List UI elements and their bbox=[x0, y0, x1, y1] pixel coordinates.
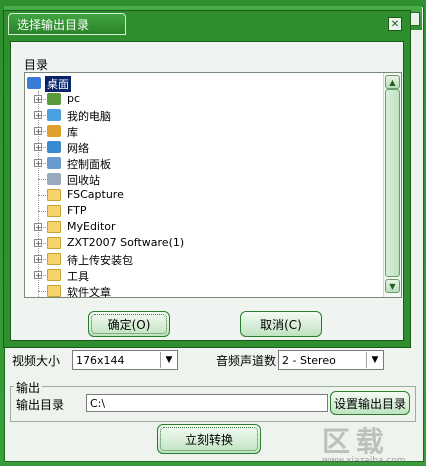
expand-icon[interactable]: + bbox=[34, 95, 42, 104]
tree-item-label: MyEditor bbox=[67, 220, 116, 233]
scroll-thumb[interactable] bbox=[385, 89, 400, 277]
expand-icon[interactable]: + bbox=[34, 143, 42, 152]
tree-item[interactable]: + 我的电脑 bbox=[25, 107, 381, 123]
tree-item[interactable]: FTP bbox=[25, 203, 381, 219]
watermark-text: 区 载 bbox=[322, 425, 384, 458]
tree-item-label: 桌面 bbox=[44, 75, 72, 93]
output-dir-label: 输出目录 bbox=[16, 398, 65, 412]
tree-item[interactable]: + MyEditor bbox=[25, 219, 381, 235]
tree-item-label: FSCapture bbox=[67, 188, 124, 201]
ok-label: 确定(O) bbox=[107, 317, 151, 332]
expand-icon[interactable]: + bbox=[34, 111, 42, 120]
audio-channels-value: 2 - Stereo bbox=[282, 353, 336, 367]
tree-item-label: 库 bbox=[67, 126, 78, 139]
video-size-row: 视频大小 176x144 ▼ bbox=[12, 349, 179, 371]
tree-item-label: ZXT2007 Software(1) bbox=[67, 236, 185, 249]
expand-icon[interactable]: + bbox=[34, 239, 42, 248]
tree-item-label: 待上传安装包 bbox=[67, 254, 133, 267]
tree-item[interactable]: 桌面 bbox=[25, 75, 381, 93]
tree-item[interactable]: 回收站 bbox=[25, 171, 381, 187]
tree-item-label: 软件文章 bbox=[67, 286, 111, 298]
expand-icon[interactable]: + bbox=[34, 159, 42, 168]
output-group-label: 输出 bbox=[14, 379, 43, 396]
folder-icon bbox=[47, 189, 61, 201]
expand-icon[interactable]: + bbox=[34, 223, 42, 232]
set-output-dir-label: 设置输出目录 bbox=[333, 396, 406, 411]
audio-channels-row: 音频声道数 2 - Stereo ▼ bbox=[216, 349, 385, 371]
set-output-dir-button[interactable]: 设置输出目录 bbox=[330, 391, 410, 415]
tree-scrollbar[interactable]: ▲ ▼ bbox=[383, 73, 401, 297]
expand-icon[interactable]: + bbox=[34, 271, 42, 280]
computer-icon bbox=[47, 109, 61, 121]
expand-icon[interactable]: + bbox=[34, 255, 42, 264]
tree-item-label: 控制面板 bbox=[67, 158, 111, 171]
chevron-down-icon[interactable]: ▼ bbox=[366, 352, 383, 368]
convert-button[interactable]: 立刻转换 bbox=[157, 424, 261, 454]
watermark-logo: 区 载 www.xiazaiba.com bbox=[322, 420, 420, 466]
tree-item[interactable]: + 待上传安装包 bbox=[25, 251, 381, 267]
scroll-down-icon[interactable]: ▼ bbox=[385, 279, 400, 293]
tree-item[interactable]: 软件文章 bbox=[25, 283, 381, 298]
folder-icon bbox=[47, 237, 61, 249]
audio-channels-select[interactable]: 2 - Stereo ▼ bbox=[278, 350, 385, 370]
tree-item-label: 网络 bbox=[67, 142, 89, 155]
directory-tree[interactable]: 桌面 + pc + 我的电脑 + 库 + 网络 + 控制面板 回收站 FSCapture FTP + MyEd… bbox=[24, 72, 402, 298]
close-icon[interactable]: ✕ bbox=[388, 17, 402, 31]
scroll-up-icon[interactable]: ▲ bbox=[385, 75, 400, 89]
network-icon bbox=[47, 141, 61, 153]
folder-icon bbox=[47, 253, 61, 265]
ok-button[interactable]: 确定(O) bbox=[88, 311, 170, 337]
dialog-title-tab: 选择输出目录 bbox=[8, 13, 126, 35]
video-size-value: 176x144 bbox=[76, 353, 125, 367]
tree-item-label: FTP bbox=[67, 204, 87, 217]
folder-icon bbox=[47, 269, 61, 281]
tree-item[interactable]: FSCapture bbox=[25, 187, 381, 203]
recycle-bin-icon bbox=[47, 173, 61, 185]
tree-item-label: pc bbox=[67, 92, 81, 105]
tree-item[interactable]: + 网络 bbox=[25, 139, 381, 155]
output-dir-input[interactable]: C:\ bbox=[86, 394, 328, 412]
tree-item[interactable]: + 工具 bbox=[25, 267, 381, 283]
expand-icon[interactable]: + bbox=[34, 127, 42, 136]
tree-item-label: 回收站 bbox=[67, 174, 100, 187]
watermark-sub: www.xiazaiba.com bbox=[322, 456, 406, 466]
cancel-button[interactable]: 取消(C) bbox=[240, 311, 322, 337]
tree-item-label: 工具 bbox=[67, 270, 89, 283]
tree-item[interactable]: + pc bbox=[25, 91, 381, 107]
tree-item-label: 我的电脑 bbox=[67, 110, 111, 123]
user-icon bbox=[47, 93, 61, 105]
convert-label: 立刻转换 bbox=[184, 432, 233, 447]
control-panel-icon bbox=[47, 157, 61, 169]
video-size-select[interactable]: 176x144 ▼ bbox=[72, 350, 179, 370]
audio-channels-label: 音频声道数 bbox=[216, 353, 277, 368]
tree-item[interactable]: + 控制面板 bbox=[25, 155, 381, 171]
dialog-title: 选择输出目录 bbox=[17, 17, 90, 32]
library-icon bbox=[47, 125, 61, 137]
folder-icon bbox=[47, 205, 61, 217]
video-size-label: 视频大小 bbox=[12, 353, 61, 368]
directory-label: 目录 bbox=[24, 58, 49, 72]
desktop-icon bbox=[27, 77, 41, 89]
chevron-down-icon[interactable]: ▼ bbox=[160, 352, 177, 368]
tree-item[interactable]: + ZXT2007 Software(1) bbox=[25, 235, 381, 251]
folder-icon bbox=[47, 221, 61, 233]
cancel-label: 取消(C) bbox=[260, 317, 302, 332]
tree-item[interactable]: + 库 bbox=[25, 123, 381, 139]
folder-icon bbox=[47, 285, 61, 297]
